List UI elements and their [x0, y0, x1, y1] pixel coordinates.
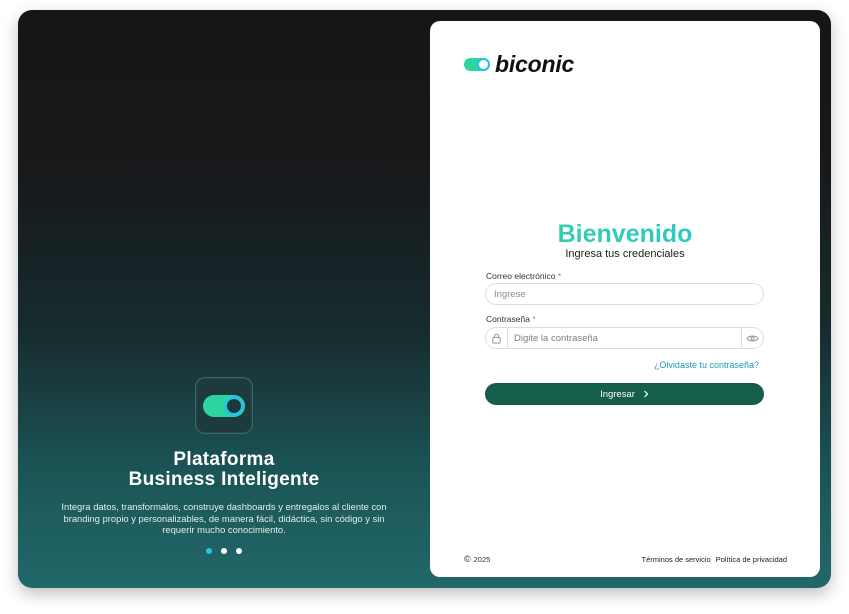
- password-label: Contraseña *: [486, 314, 536, 324]
- carousel-dot-3[interactable]: [236, 548, 242, 554]
- lock-icon: [486, 328, 508, 348]
- toggle-logo-icon: [464, 57, 490, 71]
- required-marker: *: [557, 271, 562, 281]
- carousel-dots: [206, 548, 242, 554]
- login-card: biconic Bienvenido Ingresa tus credencia…: [430, 21, 820, 577]
- chevron-right-icon: [643, 390, 649, 398]
- page-subtitle: Ingresa tus credenciales: [565, 248, 685, 260]
- hero-panel: Plataforma Business Inteligente Integra …: [18, 10, 430, 588]
- app-frame: Plataforma Business Inteligente Integra …: [18, 10, 831, 588]
- footer-links: Términos de servicio Política de privaci…: [642, 555, 788, 564]
- password-field[interactable]: [508, 328, 741, 348]
- email-field[interactable]: [485, 283, 764, 305]
- password-label-text: Contraseña: [486, 314, 530, 324]
- copyright-year: 2025: [473, 554, 491, 564]
- brand-name: biconic: [495, 51, 575, 77]
- carousel-dot-1[interactable]: [206, 548, 212, 554]
- required-marker: *: [532, 314, 536, 324]
- carousel-dot-2[interactable]: [221, 548, 227, 554]
- terms-link[interactable]: Términos de servicio: [642, 555, 711, 564]
- email-label: Correo electrónico *: [486, 271, 561, 281]
- page-title: Bienvenido: [430, 220, 820, 248]
- hero-title: Plataforma Business Inteligente: [18, 450, 430, 490]
- toggle-switch-icon: [203, 395, 245, 417]
- copyright-icon: ©: [464, 554, 471, 564]
- eye-icon[interactable]: [741, 328, 763, 348]
- copyright: © 2025: [464, 554, 490, 564]
- login-button[interactable]: Ingresar: [485, 383, 764, 405]
- password-field-wrapper: [485, 327, 764, 349]
- hero-title-line1: Plataforma: [173, 449, 275, 470]
- hero-description: Integra datos, transformalos, construye …: [61, 501, 387, 535]
- privacy-link[interactable]: Política de privacidad: [716, 555, 787, 564]
- brand-logo: biconic: [464, 51, 575, 77]
- forgot-password-link[interactable]: ¿Olvidaste tu contraseña?: [654, 360, 759, 370]
- app-icon-tile: [195, 377, 253, 434]
- email-label-text: Correo electrónico: [486, 271, 556, 281]
- login-button-label: Ingresar: [600, 388, 635, 400]
- hero-title-line2: Business Inteligente: [128, 469, 320, 490]
